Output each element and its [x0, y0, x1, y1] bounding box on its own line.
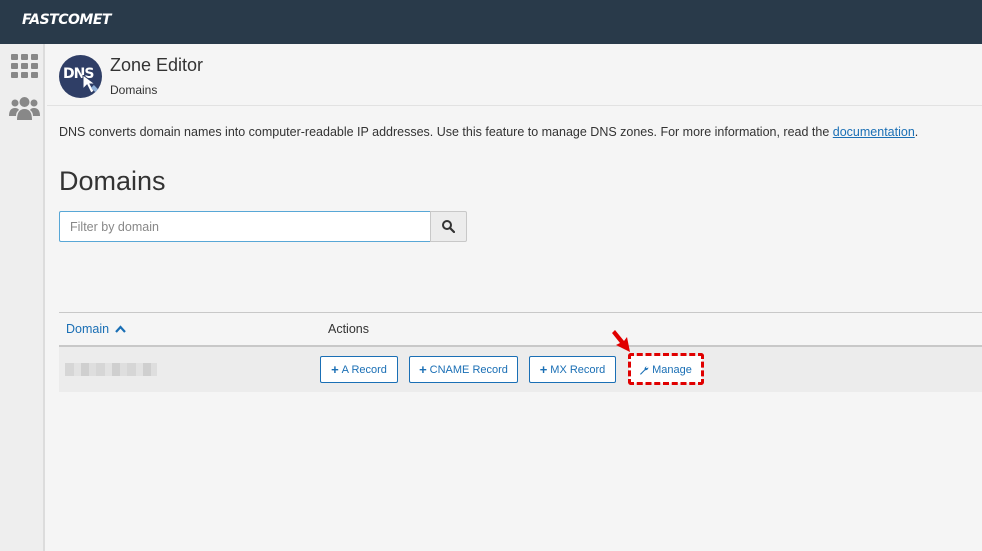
- domain-name-redacted: [65, 363, 157, 376]
- description-suffix: .: [914, 125, 919, 139]
- plus-icon: +: [331, 362, 339, 377]
- plus-icon: +: [419, 362, 427, 377]
- filter-domain-input[interactable]: [59, 211, 431, 242]
- page-title: Domains: [59, 166, 166, 196]
- top-bar: FASTCOMET: [0, 0, 982, 44]
- search-button[interactable]: [430, 211, 467, 242]
- grid-icon[interactable]: [11, 54, 38, 78]
- sidebar: [0, 44, 45, 551]
- add-a-record-button[interactable]: + A Record: [320, 356, 398, 383]
- pointer-arrow-icon: [612, 330, 630, 352]
- search-icon: [442, 220, 455, 233]
- table-row: + A Record + CNAME Record + MX Record Ma…: [59, 347, 982, 392]
- documentation-link[interactable]: documentation: [833, 125, 915, 139]
- plus-icon: +: [539, 362, 548, 377]
- page-description: DNS converts domain names into computer-…: [59, 125, 918, 139]
- page-header: DNS Zone Editor Domains: [47, 44, 982, 106]
- manage-highlight-box: [628, 353, 704, 385]
- column-header-actions: Actions: [328, 322, 369, 336]
- dns-app-icon: DNS: [59, 55, 102, 98]
- cursor-icon: [82, 75, 101, 95]
- main-content: DNS Zone Editor Domains DNS converts dom…: [47, 44, 982, 551]
- description-text: DNS converts domain names into computer-…: [59, 125, 833, 139]
- app-subtitle: Domains: [110, 83, 158, 97]
- a-record-label: A Record: [341, 363, 387, 376]
- add-mx-record-button[interactable]: + MX Record: [529, 356, 616, 383]
- column-header-domain[interactable]: Domain: [66, 322, 126, 336]
- cname-record-label: CNAME Record: [429, 363, 508, 376]
- add-cname-record-button[interactable]: + CNAME Record: [409, 356, 518, 383]
- sort-ascending-icon: [114, 325, 126, 333]
- users-icon[interactable]: [9, 97, 40, 121]
- brand-logo[interactable]: FASTCOMET: [22, 12, 111, 28]
- app-title: Zone Editor: [110, 55, 204, 75]
- table-header: Domain Actions: [59, 312, 982, 347]
- mx-record-label: MX Record: [550, 363, 606, 376]
- domain-header-label: Domain: [66, 322, 110, 336]
